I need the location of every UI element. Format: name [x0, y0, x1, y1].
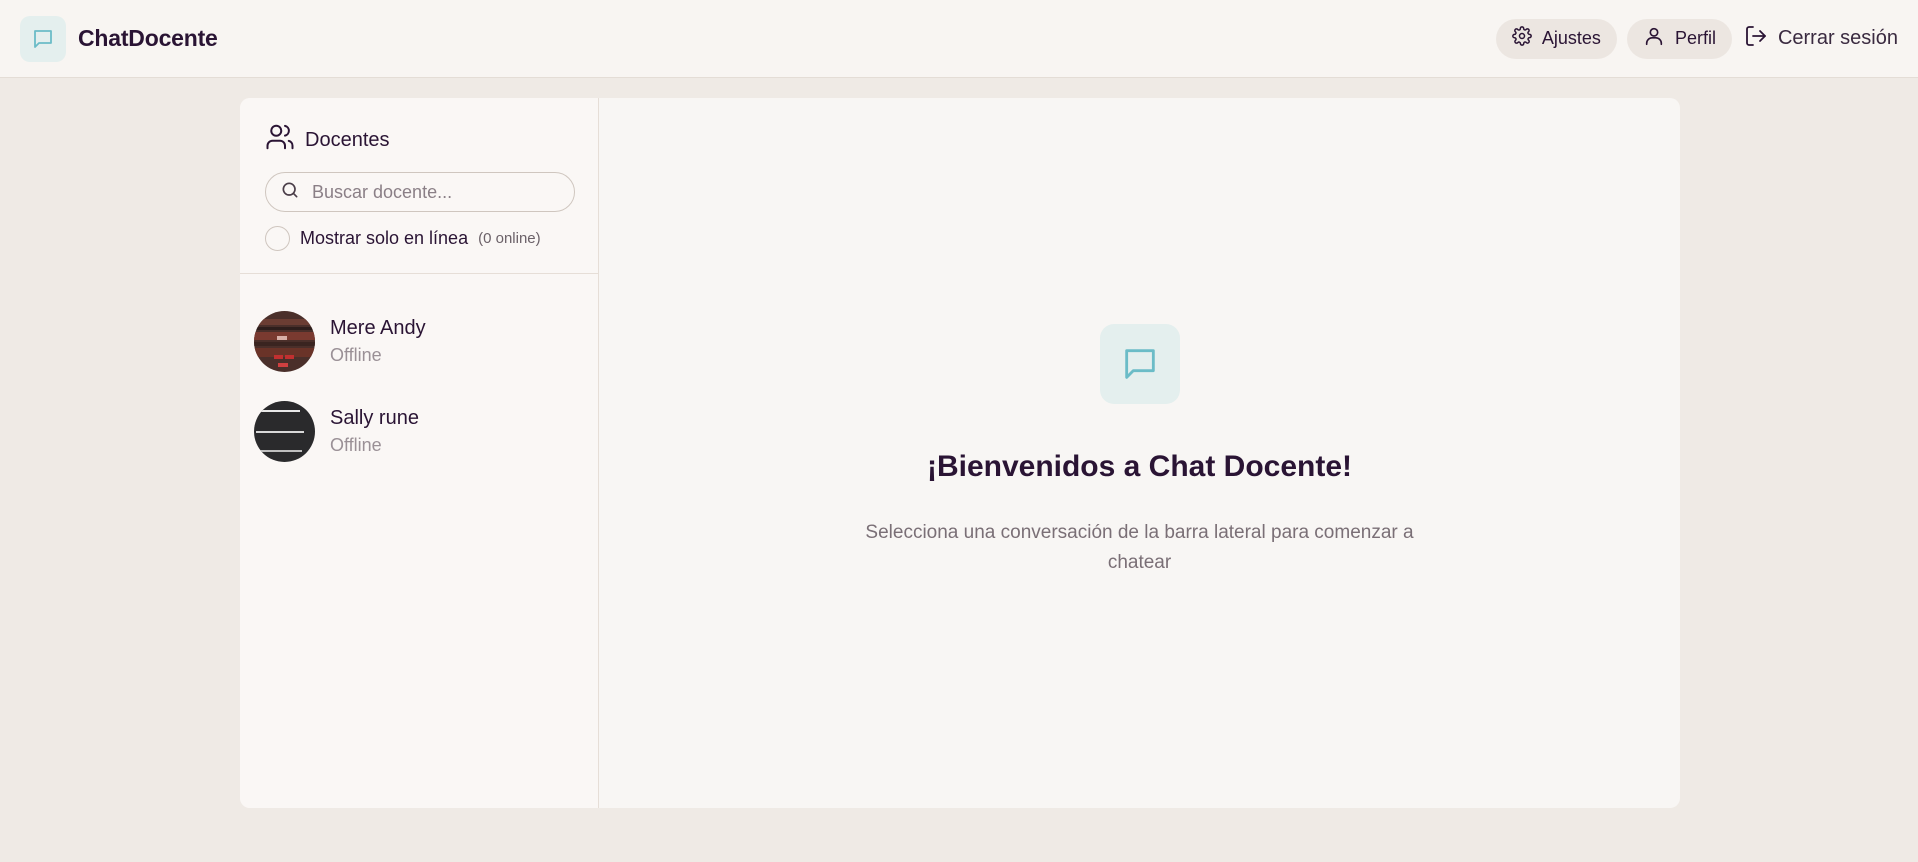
- contact-status: Offline: [330, 344, 382, 365]
- contact-info: Sally rune Offline: [330, 407, 419, 456]
- contact-item[interactable]: Mere Andy Offline: [240, 296, 598, 386]
- sidebar-header: Docentes Mostrar solo en línea (0 online…: [240, 98, 598, 274]
- contact-status: Offline: [330, 434, 382, 455]
- brand[interactable]: ChatDocente: [20, 15, 218, 62]
- profile-label: Perfil: [1674, 28, 1716, 48]
- sidebar-title: Docentes: [265, 122, 573, 158]
- search-box: [265, 172, 575, 212]
- settings-label: Ajustes: [1541, 28, 1601, 48]
- chat-bubble-icon: [1099, 324, 1180, 404]
- avatar: [254, 400, 315, 462]
- search-icon: [280, 180, 300, 205]
- search-input[interactable]: [312, 181, 560, 203]
- user-icon: [1643, 25, 1665, 52]
- settings-button[interactable]: Ajustes: [1495, 18, 1617, 59]
- users-icon: [265, 122, 295, 158]
- profile-button[interactable]: Perfil: [1626, 18, 1732, 59]
- welcome-panel: ¡Bienvenidos a Chat Docente! Selecciona …: [599, 98, 1680, 808]
- chat-bubble-icon: [20, 15, 66, 62]
- welcome-subtitle: Selecciona una conversación de la barra …: [865, 522, 1414, 573]
- online-filter-toggle[interactable]: [265, 226, 290, 251]
- online-filter: Mostrar solo en línea (0 online): [265, 226, 573, 251]
- logout-label: Cerrar sesión: [1777, 27, 1898, 49]
- contact-item[interactable]: Sally rune Offline: [240, 386, 598, 476]
- logout-button[interactable]: Cerrar sesión: [1742, 19, 1898, 59]
- chat-card: Docentes Mostrar solo en línea (0 online…: [240, 98, 1680, 808]
- brand-name: ChatDocente: [78, 25, 218, 51]
- logout-icon: [1744, 24, 1768, 54]
- online-filter-label: Mostrar solo en línea: [300, 228, 469, 248]
- online-count: (0 online): [478, 230, 541, 247]
- welcome-title: ¡Bienvenidos a Chat Docente!: [926, 450, 1353, 483]
- contact-list: Mere Andy Offline Sally rune Offline: [240, 274, 598, 476]
- contact-info: Mere Andy Offline: [330, 317, 426, 366]
- sidebar-title-text: Docentes: [305, 128, 390, 151]
- contact-name: Sally rune: [330, 406, 419, 429]
- gear-icon: [1512, 26, 1532, 51]
- avatar: [254, 310, 315, 372]
- teachers-sidebar: Docentes Mostrar solo en línea (0 online…: [240, 98, 599, 808]
- contact-name: Mere Andy: [330, 316, 426, 339]
- top-nav-bar: ChatDocente Ajustes Perfil Cerrar sesión: [0, 0, 1918, 78]
- header-actions: Ajustes Perfil Cerrar sesión: [1495, 18, 1898, 59]
